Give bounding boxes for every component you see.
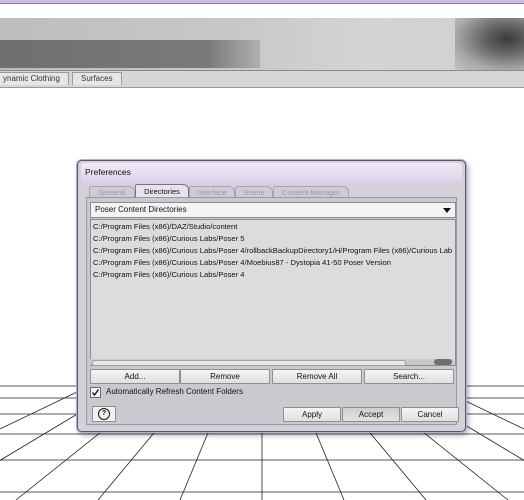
tab-surfaces[interactable]: Surfaces [72,72,122,85]
tab-dynamic-clothing[interactable]: ynamic Clothing [0,72,69,85]
list-item[interactable]: C:/Program Files (x86)/DAZ/Studio/conten… [93,221,237,233]
cancel-button[interactable]: Cancel [401,407,459,422]
content-type-value: Poser Content Directories [95,205,187,214]
search-button[interactable]: Search... [364,369,454,384]
content-type-dropdown[interactable]: Poser Content Directories [90,202,456,218]
remove-button[interactable]: Remove [180,369,270,384]
list-item[interactable]: C:/Program Files (x86)/Curious Labs/Pose… [93,245,452,257]
list-item[interactable]: C:/Program Files (x86)/Curious Labs/Pose… [93,257,391,269]
remove-all-button[interactable]: Remove All [272,369,362,384]
list-item[interactable]: C:/Program Files (x86)/Curious Labs/Pose… [93,233,245,245]
help-icon: ? [98,408,110,420]
app-top-line [0,3,524,4]
horizontal-scrollbar[interactable] [90,359,454,366]
list-item[interactable]: C:/Program Files (x86)/Curious Labs/Pose… [93,269,245,281]
auto-refresh-checkbox[interactable] [90,387,101,398]
add-button[interactable]: Add... [90,369,180,384]
dialog-tab-bar: General Directories Interface Scene Cont… [81,183,462,198]
app-banner-image [455,18,524,70]
accept-button[interactable]: Accept [342,407,400,422]
checkmark-icon [91,389,100,397]
dialog-title: Preferences [85,167,131,177]
dialog-title-bar[interactable]: Preferences [81,163,462,182]
tab-directories[interactable]: Directories [135,184,189,198]
preferences-dialog: Preferences General Directories Interfac… [77,160,466,432]
scroll-arrows-icon[interactable] [434,359,452,365]
scrollbar-thumb[interactable] [92,360,406,366]
dropdown-arrow-icon [443,208,451,213]
apply-button[interactable]: Apply [283,407,341,422]
help-button[interactable]: ? [92,406,116,422]
directory-list[interactable]: C:/Program Files (x86)/DAZ/Studio/conten… [90,219,456,366]
auto-refresh-label: Automatically Refresh Content Folders [106,387,243,396]
app-banner-shade [0,40,260,68]
